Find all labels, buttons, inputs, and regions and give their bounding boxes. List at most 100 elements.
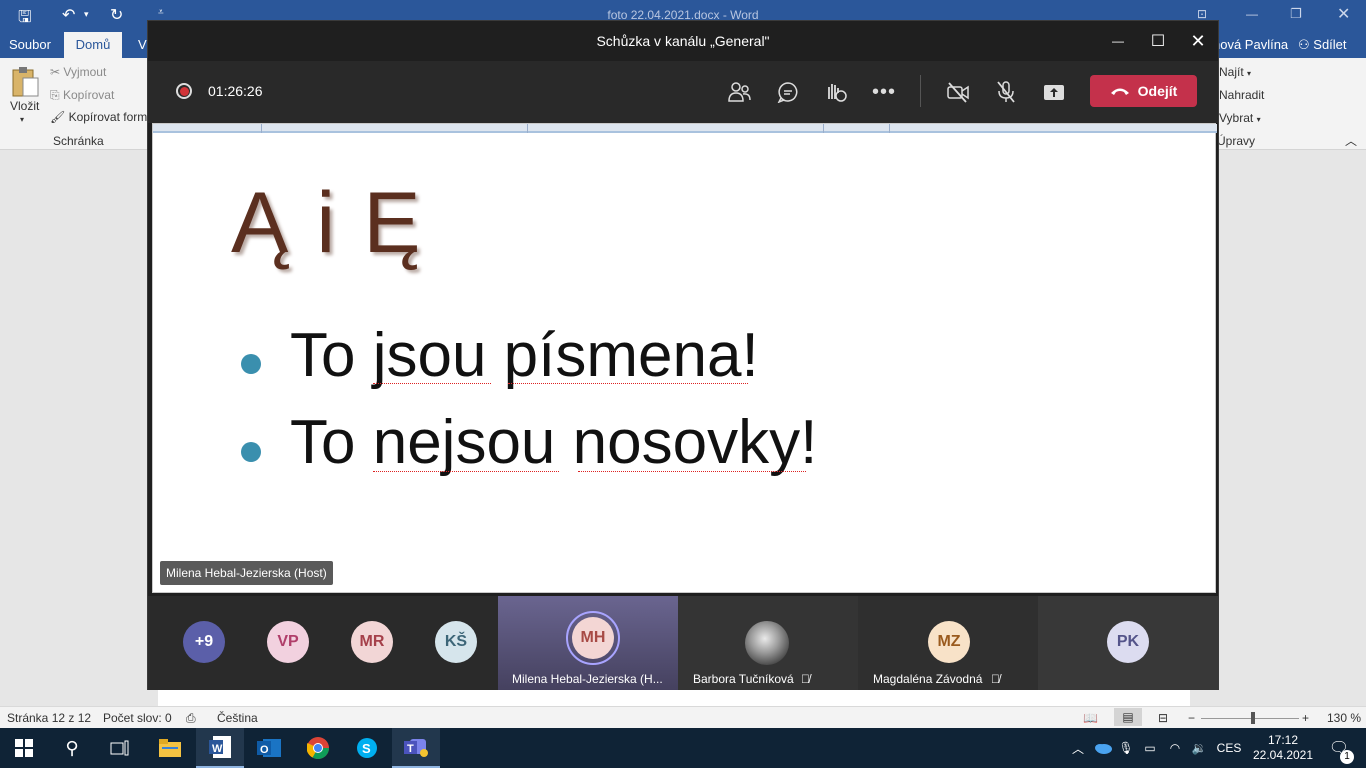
more-participants-avatar[interactable]: +9: [183, 621, 225, 663]
shared-screen-stage[interactable]: Ą i Ę To jsou písmena! To nejsou nosovky…: [152, 123, 1217, 593]
onedrive-icon[interactable]: [1092, 728, 1114, 768]
paste-label[interactable]: Vložit: [10, 99, 39, 113]
find-button[interactable]: Najít ▾: [1219, 65, 1251, 79]
meeting-toolbar: 01:26:26 ••• Odejít: [148, 61, 1218, 123]
share-label: Sdílet: [1313, 37, 1347, 52]
volume-icon[interactable]: 🔉: [1188, 728, 1210, 768]
zoom-level[interactable]: 130 %: [1327, 711, 1361, 725]
wifi-icon[interactable]: ◠: [1164, 728, 1186, 768]
teams-taskbar-icon[interactable]: T: [392, 728, 440, 768]
proofing-icon[interactable]: ⎙: [186, 711, 196, 726]
avatar[interactable]: MR: [351, 621, 393, 663]
avatar[interactable]: KŠ: [435, 621, 477, 663]
participant-tile[interactable]: Barbora Tučníková 🎙̸: [678, 596, 858, 690]
battery-icon[interactable]: ▭: [1139, 728, 1161, 768]
zoom-slider[interactable]: [1201, 718, 1299, 719]
word-taskbar-icon[interactable]: W: [196, 728, 244, 768]
cut-label: Vyjmout: [63, 65, 107, 79]
copy-label: Kopírovat: [62, 88, 115, 102]
user-name[interactable]: nová Pavlína: [1213, 37, 1288, 52]
format-painter-label: Kopírovat form: [68, 110, 148, 124]
copy-button[interactable]: ⎘ Kopírovat: [50, 88, 114, 103]
format-painter-button[interactable]: 🖌 Kopírovat form: [50, 110, 147, 124]
teams-title-bar: Schůzka v kanálu „General" — ☐ ✕: [148, 21, 1218, 61]
input-language[interactable]: CES: [1213, 728, 1245, 768]
cut-button[interactable]: ✂ Vyjmout: [50, 65, 106, 79]
bullet-dot: [241, 442, 261, 462]
meeting-timer: 01:26:26: [208, 83, 263, 99]
paste-dropdown-icon[interactable]: ▾: [20, 115, 24, 124]
participant-tile[interactable]: PK: [1038, 596, 1218, 690]
leave-label: Odejít: [1137, 83, 1178, 99]
leave-button[interactable]: Odejít: [1090, 75, 1197, 107]
word-status-bar: Stránka 12 z 12 Počet slov: 0 ⎙ Čeština …: [0, 706, 1366, 728]
print-layout-icon[interactable]: ▤: [1114, 708, 1142, 726]
replace-button[interactable]: Nahradit: [1219, 88, 1264, 102]
search-icon[interactable]: ⚲: [48, 728, 96, 768]
ribbon-display-options-icon[interactable]: ⊡: [1197, 7, 1207, 21]
find-label: Najít: [1219, 65, 1244, 79]
tab-home[interactable]: Domů: [64, 32, 122, 58]
participant-photo: [745, 621, 789, 665]
participant-tile[interactable]: MZ Magdaléna Závodná 🎙̸: [858, 596, 1038, 690]
mic-toggle-button[interactable]: [991, 77, 1021, 107]
paste-button[interactable]: [10, 64, 40, 98]
avatar[interactable]: VP: [267, 621, 309, 663]
participants-button[interactable]: [725, 77, 755, 107]
participant-gallery: +9 VP MR KŠ MH Milena Hebal-Jezierska (H…: [148, 596, 1218, 690]
avatar: PK: [1107, 621, 1149, 663]
page-count[interactable]: Stránka 12 z 12: [7, 711, 91, 725]
action-center-button[interactable]: 🗨 1: [1318, 728, 1360, 768]
shared-ribbon-strip: [153, 124, 1217, 133]
editing-group-label: Úpravy: [1217, 134, 1256, 148]
word-minimize-icon[interactable]: —: [1246, 7, 1258, 21]
teams-close-icon[interactable]: ✕: [1178, 21, 1218, 61]
task-view-icon[interactable]: [96, 728, 144, 768]
language[interactable]: Čeština: [217, 711, 258, 725]
word-count[interactable]: Počet slov: 0: [103, 711, 172, 725]
start-button[interactable]: [0, 728, 48, 768]
clock-time: 17:12: [1267, 733, 1299, 747]
avatar: MH: [572, 617, 614, 659]
select-button[interactable]: Vybrat ▾: [1219, 111, 1261, 125]
clock[interactable]: 17:12 22.04.2021: [1250, 728, 1316, 768]
participant-name: Milena Hebal-Jezierska (H...: [512, 672, 663, 686]
teams-maximize-icon[interactable]: ☐: [1138, 21, 1178, 61]
file-explorer-icon[interactable]: [146, 728, 194, 768]
avatar: MZ: [928, 621, 970, 663]
share-person-icon: ⚇: [1298, 37, 1310, 52]
hang-up-icon: [1110, 88, 1129, 95]
reactions-button[interactable]: [821, 77, 851, 107]
windows-taskbar: ⚲ W O S T ︿ 🎙 ▭ ◠ 🔉 CES 17:12 22.04.2021…: [0, 728, 1366, 768]
people-icon: [728, 82, 751, 102]
svg-text:T: T: [407, 743, 414, 755]
camera-toggle-button[interactable]: [943, 77, 973, 107]
microphone-icon[interactable]: 🎙: [1116, 728, 1136, 768]
zoom-out-icon[interactable]: −: [1188, 711, 1195, 725]
read-mode-icon[interactable]: 📖: [1083, 711, 1098, 725]
zoom-slider-thumb[interactable]: [1251, 712, 1255, 724]
bullet-text-2: To nejsou nosovky!: [290, 408, 818, 477]
skype-taskbar-icon[interactable]: S: [343, 728, 391, 768]
notification-count: 1: [1340, 750, 1354, 764]
chrome-taskbar-icon[interactable]: [294, 728, 342, 768]
participant-tile-active-speaker[interactable]: MH Milena Hebal-Jezierska (H...: [498, 596, 678, 690]
chat-button[interactable]: [773, 77, 803, 107]
word-restore-icon[interactable]: ❐: [1290, 6, 1302, 22]
share-button[interactable]: ⚇ Sdílet: [1298, 37, 1347, 53]
more-options-icon[interactable]: •••: [869, 77, 899, 107]
web-layout-icon[interactable]: ⊟: [1158, 711, 1168, 725]
bullet-text-1: To jsou písmena!: [290, 321, 759, 390]
tab-view-partial[interactable]: V: [138, 37, 147, 52]
outlook-taskbar-icon[interactable]: O: [245, 728, 293, 768]
show-hidden-icons[interactable]: ︿: [1068, 728, 1088, 768]
copy-icon: ⎘: [50, 88, 60, 102]
teams-minimize-icon[interactable]: —: [1098, 21, 1138, 61]
word-close-icon[interactable]: ✕: [1337, 4, 1350, 24]
raise-hand-icon: [828, 84, 847, 102]
collapse-ribbon-icon[interactable]: ︿: [1345, 132, 1357, 149]
zoom-in-icon[interactable]: +: [1302, 711, 1309, 725]
share-content-button[interactable]: [1039, 77, 1069, 107]
tab-file[interactable]: Soubor: [9, 37, 51, 52]
participant-name: Barbora Tučníková: [693, 672, 794, 686]
